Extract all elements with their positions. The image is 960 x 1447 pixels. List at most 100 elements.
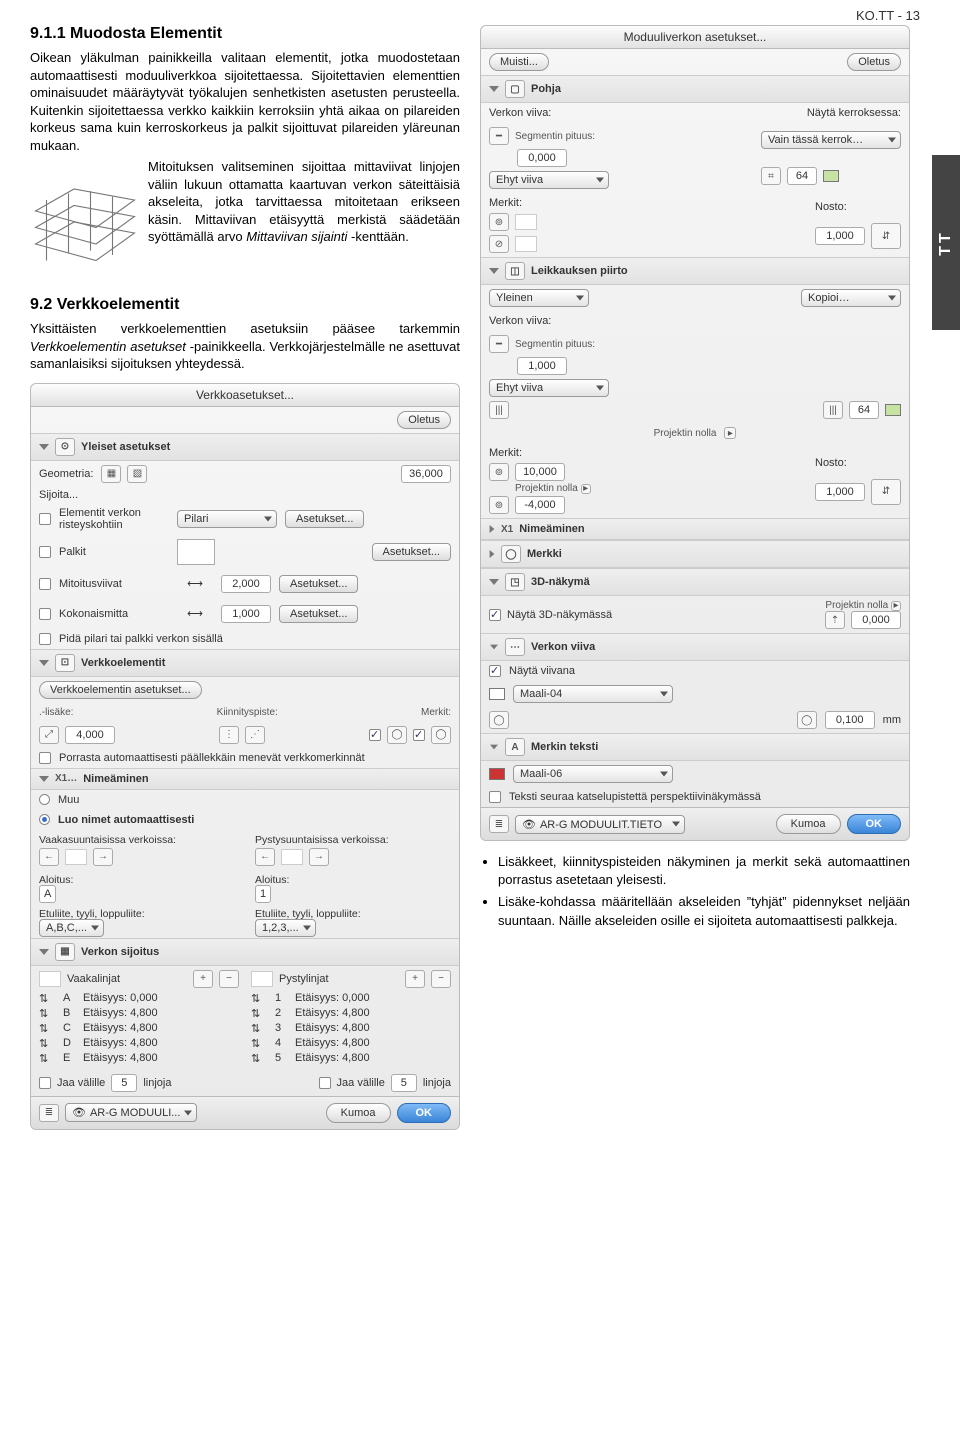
pen2-id[interactable]: 64 [849, 401, 879, 419]
mitoitus-value[interactable]: 2,000 [221, 575, 271, 593]
seg-val[interactable]: 0,000 [517, 149, 567, 167]
ok-button-b[interactable]: OK [847, 814, 902, 834]
distance-row[interactable]: ⇅3Etäisyys: 4,800 [251, 1021, 451, 1036]
kumoa-button-b[interactable]: Kumoa [776, 814, 841, 834]
proj-ref-icon[interactable]: ▸ [724, 427, 736, 439]
section-nimeaminen[interactable]: X1…Nimeäminen [31, 768, 459, 790]
jaa-v-val[interactable]: 5 [391, 1074, 417, 1092]
section-nimeaminen-b[interactable]: X1Nimeäminen [481, 518, 909, 540]
line-style-icon[interactable]: ━ [489, 127, 509, 145]
line-style2-icon[interactable]: ━ [489, 335, 509, 353]
chk-elementit[interactable] [39, 513, 51, 525]
layer-select-b[interactable]: 👁AR-G MODUULIT.TIETO [515, 815, 685, 834]
chk-mitoitus[interactable] [39, 578, 51, 590]
section-verkkoelementit[interactable]: ⊡Verkkoelementit [31, 649, 459, 677]
muisti-button[interactable]: Muisti... [489, 53, 549, 71]
pn-val[interactable]: 0,000 [851, 611, 901, 629]
swatch-maali04[interactable] [489, 688, 505, 700]
kokonais-value[interactable]: 1,000 [221, 605, 271, 623]
kopioi-select[interactable]: Kopioi… [801, 289, 901, 307]
ok-button-a[interactable]: OK [397, 1103, 452, 1123]
section-pohja[interactable]: ▢Pohja [481, 75, 909, 103]
merkit2-bot[interactable]: -4,000 [515, 496, 565, 514]
chk-jaa-v[interactable] [319, 1077, 331, 1089]
sel-123[interactable]: 1,2,3,... [255, 919, 316, 937]
chk-merkit-1[interactable] [369, 729, 381, 741]
section-merkki[interactable]: ◯Merkki [481, 540, 909, 568]
chk-3d[interactable] [489, 609, 501, 621]
aloitus-v[interactable]: 1 [255, 885, 271, 903]
seg2-val[interactable]: 1,000 [517, 357, 567, 375]
chk-teksti-seuraa[interactable] [489, 791, 501, 803]
yleinen-select[interactable]: Yleinen [489, 289, 589, 307]
dir-left-icon[interactable]: ← [39, 848, 59, 866]
distance-row[interactable]: ⇅DEtäisyys: 4,800 [39, 1036, 239, 1051]
asetukset-kokonais[interactable]: Asetukset... [279, 605, 358, 623]
grid-alt-icon[interactable]: ▧ [127, 465, 147, 483]
add-hline[interactable]: + [193, 970, 213, 988]
chk-kokonais[interactable] [39, 608, 51, 620]
verkkoelementin-asetukset-button[interactable]: Verkkoelementin asetukset... [39, 681, 202, 699]
color-swatch-64[interactable] [823, 170, 839, 182]
distance-row[interactable]: ⇅2Etäisyys: 4,800 [251, 1006, 451, 1021]
section-sijoitus[interactable]: ▦Verkon sijoitus [31, 938, 459, 966]
del-hline[interactable]: − [219, 970, 239, 988]
distance-row[interactable]: ⇅4Etäisyys: 4,800 [251, 1036, 451, 1051]
hash-icon[interactable]: ⌗ [761, 167, 781, 185]
nosto-val[interactable]: 1,000 [815, 227, 865, 245]
oletus-button[interactable]: Oletus [397, 411, 451, 429]
geometry-value[interactable]: 36,000 [401, 465, 451, 483]
ehyt-select[interactable]: Ehyt viiva [489, 171, 609, 189]
chk-porrasta[interactable] [39, 752, 51, 764]
distance-row[interactable]: ⇅1Etäisyys: 0,000 [251, 991, 451, 1006]
swatch-maali06[interactable] [489, 768, 505, 780]
jaa-h-val[interactable]: 5 [111, 1074, 137, 1092]
hash2-icon[interactable]: ||| [823, 401, 843, 419]
oletus-button-b[interactable]: Oletus [847, 53, 901, 71]
anchor-icon-2[interactable]: ⋰ [245, 726, 265, 744]
dir-right-icon[interactable]: → [93, 848, 113, 866]
asetukset-palkit[interactable]: Asetukset... [372, 543, 451, 561]
marker-top-icon[interactable]: ⊚ [489, 463, 509, 481]
distance-row[interactable]: ⇅BEtäisyys: 4,800 [39, 1006, 239, 1021]
section-leikkaus[interactable]: ◫Leikkauksen piirto [481, 257, 909, 285]
anchor-icon-1[interactable]: ⋮ [219, 726, 239, 744]
layer-select-a[interactable]: 👁AR-G MODUULI... [65, 1103, 197, 1122]
ehyt2-select[interactable]: Ehyt viiva [489, 379, 609, 397]
chk-pida[interactable] [39, 633, 51, 645]
chk-jaa-h[interactable] [39, 1077, 51, 1089]
grid-type-icon[interactable]: ▦ [101, 465, 121, 483]
kerros-select[interactable]: Vain tässä kerrok… [761, 131, 901, 149]
marker-off-icon[interactable]: ⊘ [489, 235, 509, 253]
lisake-value[interactable]: 4,000 [65, 726, 115, 744]
marker-on-icon[interactable]: ⊚ [489, 213, 509, 231]
pen-icon[interactable]: ◯ [489, 711, 509, 729]
section-general[interactable]: ⊙Yleiset asetukset [31, 433, 459, 461]
add-vline[interactable]: + [405, 970, 425, 988]
merkit2-top[interactable]: 10,000 [515, 463, 565, 481]
pilari-select[interactable]: Pilari [177, 510, 277, 528]
asetukset-pilari[interactable]: Asetukset... [285, 510, 364, 528]
section-verkon-viiva[interactable]: ⋯Verkon viiva [481, 633, 909, 661]
lisake-dir-icon[interactable]: ⤢ [39, 726, 59, 744]
nosto2-val[interactable]: 1,000 [815, 483, 865, 501]
section-3d[interactable]: ◳3D-näkymä [481, 568, 909, 596]
maali06-select[interactable]: Maali-06 [513, 765, 673, 783]
color-swatch-64b[interactable] [885, 404, 901, 416]
section-merkin-teksti[interactable]: AMerkin teksti [481, 733, 909, 761]
rad-luo[interactable] [39, 814, 50, 825]
chk-viivana[interactable] [489, 665, 501, 677]
dir-left2-icon[interactable]: ← [255, 848, 275, 866]
pen-weight-icon[interactable]: ◯ [797, 711, 817, 729]
aloitus-h[interactable]: A [39, 885, 56, 903]
kumoa-button-a[interactable]: Kumoa [326, 1103, 391, 1123]
pen-weight[interactable]: 0,100 [825, 711, 875, 729]
dir-right2-icon[interactable]: → [309, 848, 329, 866]
distance-row[interactable]: ⇅EEtäisyys: 4,800 [39, 1051, 239, 1066]
sel-abc[interactable]: A,B,C,... [39, 919, 104, 937]
pen-id[interactable]: 64 [787, 167, 817, 185]
chk-merkit-2[interactable] [413, 729, 425, 741]
asetukset-mitoitus[interactable]: Asetukset... [279, 575, 358, 593]
maali04-select[interactable]: Maali-04 [513, 685, 673, 703]
rad-muu[interactable] [39, 794, 50, 805]
